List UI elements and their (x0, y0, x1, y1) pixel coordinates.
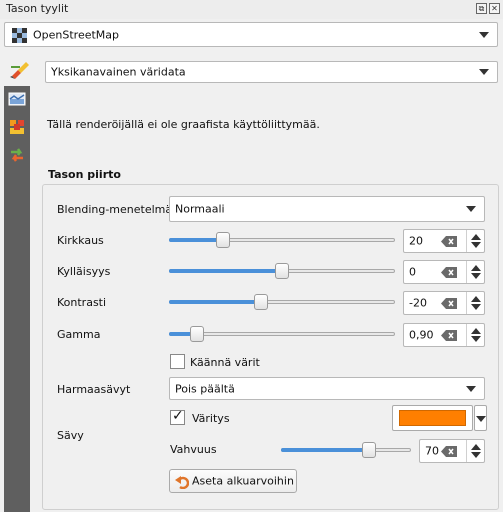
panel-title: Tason tyylit (6, 2, 69, 15)
chevron-down-icon (466, 385, 476, 392)
slider-fill (169, 238, 223, 242)
slider-handle[interactable] (190, 326, 204, 342)
color-swatch (399, 410, 466, 426)
spin-buttons[interactable] (466, 440, 484, 462)
chevron-down-icon (479, 31, 489, 38)
spin-up-icon[interactable] (471, 328, 481, 334)
brightness-label: Kirkkaus (57, 234, 104, 247)
gamma-spinbox[interactable]: 0,90 (403, 323, 485, 347)
renderer-selector[interactable]: Yksikanavainen väridata (45, 61, 498, 83)
clear-icon[interactable] (441, 446, 457, 457)
slider-handle[interactable] (254, 294, 268, 310)
spin-down-icon[interactable] (471, 336, 481, 342)
strength-spinbox[interactable]: 70 (419, 439, 485, 463)
layer-selector[interactable]: OpenStreetMap (4, 22, 498, 47)
brightness-value: 20 (409, 234, 423, 248)
spin-down-icon[interactable] (471, 242, 481, 248)
history-icon[interactable] (8, 146, 26, 164)
undo-icon (175, 475, 190, 490)
blending-label: Blending-menetelmä (57, 203, 173, 216)
contrast-label: Kontrasti (57, 296, 107, 309)
clear-icon[interactable] (441, 330, 457, 341)
chevron-down-icon (476, 416, 486, 422)
layer-stack-icon[interactable] (8, 118, 26, 136)
spin-up-icon[interactable] (471, 296, 481, 302)
saturation-value: 0 (409, 265, 416, 279)
clear-icon[interactable] (441, 267, 457, 278)
grayscale-selector[interactable]: Pois päältä (169, 377, 485, 400)
colorize-checkbox[interactable]: ✓ (170, 408, 185, 425)
renderer-message: Tällä renderöijällä ei ole graafista käy… (47, 118, 320, 131)
hue-label: Sävy (57, 429, 84, 442)
blending-value: Normaali (175, 202, 225, 216)
spin-down-icon[interactable] (471, 273, 481, 279)
reset-button[interactable]: Aseta alkuarvoihin (169, 469, 297, 493)
saturation-slider[interactable] (169, 261, 395, 281)
invert-colors-checkbox[interactable] (170, 354, 185, 369)
chevron-down-icon (479, 69, 489, 75)
slider-fill (169, 269, 282, 273)
spin-down-icon[interactable] (471, 452, 481, 458)
slider-handle[interactable] (362, 442, 376, 458)
spin-up-icon[interactable] (471, 265, 481, 271)
slider-fill (169, 300, 261, 304)
brightness-spinbox[interactable]: 20 (403, 229, 485, 253)
slider-handle[interactable] (216, 232, 230, 248)
contrast-slider[interactable] (169, 292, 395, 312)
spin-buttons[interactable] (466, 292, 484, 314)
chevron-down-icon (466, 206, 476, 212)
grayscale-label: Harmaasävyt (57, 383, 131, 396)
invert-colors-label[interactable]: Käännä värit (190, 356, 260, 369)
slider-fill (281, 448, 369, 452)
spin-up-icon[interactable] (471, 234, 481, 240)
contrast-value: -20 (409, 296, 427, 310)
contrast-spinbox[interactable]: -20 (403, 291, 485, 315)
osm-layer-icon (12, 28, 27, 43)
spin-buttons[interactable] (466, 230, 484, 252)
strength-value: 70 (425, 444, 439, 458)
panel-titlebar: Tason tyylit ⧉ ✕ (0, 0, 503, 19)
hue-color-button[interactable] (392, 405, 473, 431)
layer-selector-value: OpenStreetMap (33, 28, 120, 41)
layer-rendering-title: Tason piirto (46, 168, 123, 181)
renderer-selector-value: Yksikanavainen väridata (51, 65, 186, 79)
gamma-slider[interactable] (169, 324, 395, 344)
clear-icon[interactable] (441, 236, 457, 247)
strength-slider[interactable] (281, 440, 411, 460)
spin-down-icon[interactable] (471, 304, 481, 310)
brightness-slider[interactable] (169, 230, 395, 250)
paintbrush-icon (9, 60, 31, 80)
style-sidebar (4, 86, 30, 512)
float-icon[interactable]: ⧉ (476, 3, 487, 14)
color-dropdown-button[interactable] (474, 405, 487, 431)
spin-up-icon[interactable] (471, 444, 481, 450)
checkmark-icon: ✓ (172, 408, 184, 424)
slider-handle[interactable] (275, 263, 289, 279)
clear-icon[interactable] (441, 298, 457, 309)
gamma-value: 0,90 (409, 328, 434, 342)
gamma-label: Gamma (57, 328, 101, 341)
symbology-icon[interactable] (8, 90, 26, 108)
saturation-spinbox[interactable]: 0 (403, 260, 485, 284)
grayscale-value: Pois päältä (175, 382, 235, 395)
spin-buttons[interactable] (466, 324, 484, 346)
strength-label: Vahvuus (170, 443, 217, 456)
colorize-label[interactable]: Väritys (192, 412, 230, 425)
spin-buttons[interactable] (466, 261, 484, 283)
saturation-label: Kylläisyys (57, 265, 111, 278)
close-icon[interactable]: ✕ (489, 3, 500, 14)
blending-selector[interactable]: Normaali (169, 196, 485, 222)
reset-button-label: Aseta alkuarvoihin (192, 474, 294, 488)
